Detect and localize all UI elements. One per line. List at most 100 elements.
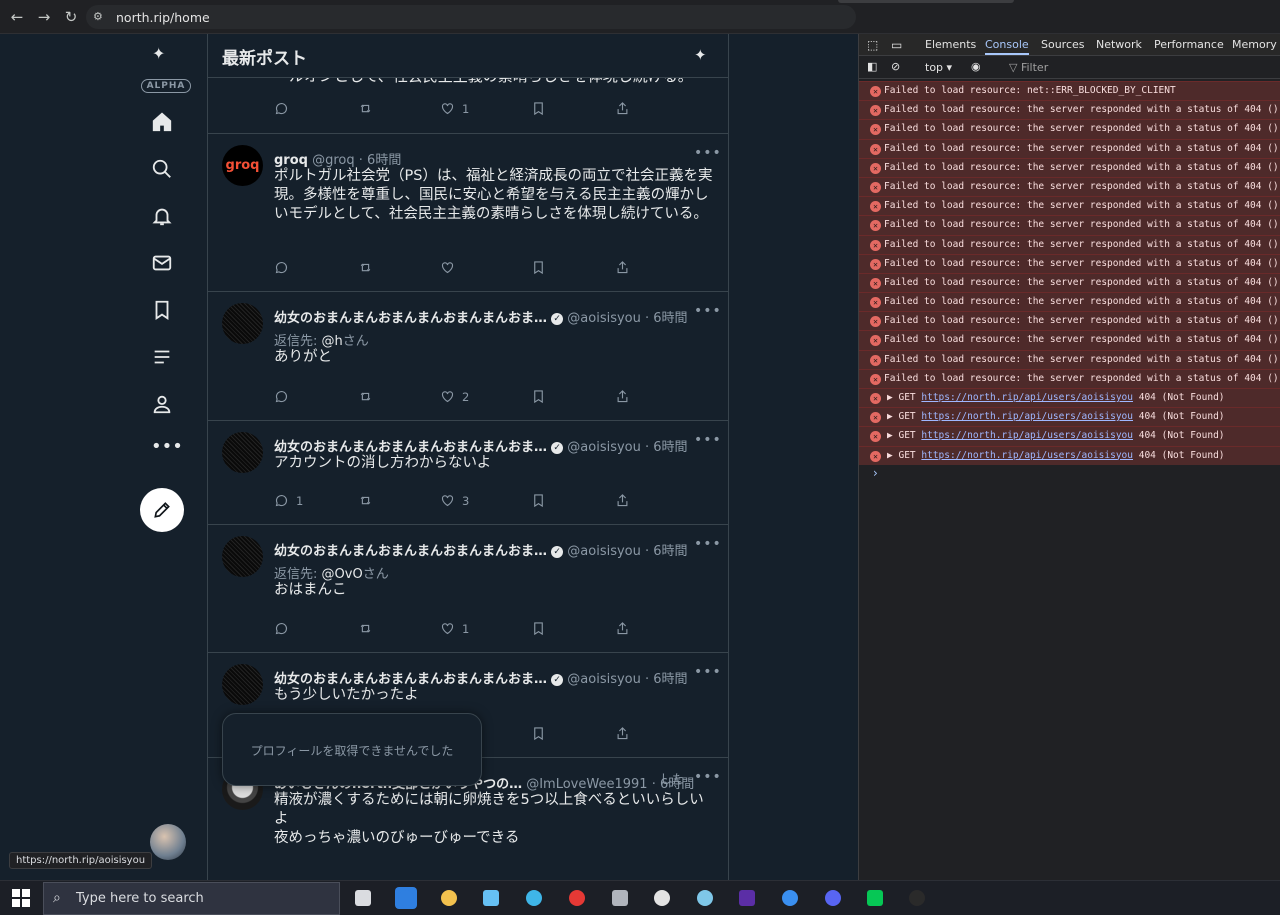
om-icon[interactable] [736,887,758,909]
author-name[interactable]: 幼女のおまんまんおまんまんおまんまんおま… [274,544,547,559]
bookmark-button[interactable] [531,101,546,119]
post[interactable]: 幼女のおまんまんおまんまんおまんまんおま… ✓ @aoisisyou · 6時間… [208,525,728,653]
clear-console-icon[interactable]: ⊘ [891,60,900,73]
tab-memory[interactable]: Memory [1232,38,1277,51]
line-icon[interactable] [864,887,886,909]
bookmark-button[interactable] [531,493,546,511]
steam-icon[interactable] [480,887,502,909]
windows-start-icon[interactable] [12,889,30,907]
reply-button[interactable] [274,621,296,639]
console-network-error-row[interactable]: ✕ ▶ GET https://north.rip/api/users/aoisi… [859,445,1280,465]
record-icon[interactable] [566,887,588,909]
repost-button[interactable] [358,101,373,119]
post-avatar[interactable] [222,536,263,577]
repost-button[interactable] [358,389,373,407]
notifications-icon[interactable] [151,205,173,227]
post[interactable]: 幼女のおまんまんおまんまんおまんまんおま… ✓ @aoisisyou · 6時間… [208,292,728,421]
more-options-icon[interactable]: ••• [694,536,722,552]
request-url[interactable]: https://north.rip/api/users/aoisisyou [921,392,1133,403]
console-error-row[interactable]: ✕ Failed to load resource: the server res… [859,157,1280,177]
post-avatar[interactable] [222,432,263,473]
author-name[interactable]: groq [274,153,308,168]
console-error-row[interactable]: ✕ Failed to load resource: the server res… [859,196,1280,216]
like-button[interactable]: 1 [440,621,469,639]
site-info-icon[interactable]: ⚙ [93,10,103,23]
sidebar-toggle-icon[interactable]: ◧ [867,60,877,73]
back-icon[interactable]: ← [8,8,26,26]
bookmark-button[interactable] [531,260,546,278]
sparkle-icon[interactable]: ✦ [694,46,707,64]
more-options-icon[interactable]: ••• [694,664,722,680]
console-error-row[interactable]: ✕ Failed to load resource: the server res… [859,330,1280,350]
share-button[interactable] [615,493,630,511]
compose-button[interactable] [140,488,184,532]
forward-icon[interactable]: → [35,8,53,26]
bookmark-button[interactable] [531,726,546,744]
request-url[interactable]: https://north.rip/api/users/aoisisyou [921,430,1133,441]
expand-triangle-icon[interactable]: ▶ [887,430,893,441]
console-error-row[interactable]: ✕ Failed to load resource: the server res… [859,311,1280,331]
tab-network[interactable]: Network [1096,38,1142,51]
lists-icon[interactable] [151,346,173,368]
filter-input[interactable]: ▽ Filter [1009,61,1048,74]
avatar[interactable] [150,824,186,860]
like-button[interactable] [440,260,462,278]
bookmark-button[interactable] [531,389,546,407]
author-handle[interactable]: @ImLoveWee1991 [526,777,647,792]
expand-triangle-icon[interactable]: ▶ [887,450,893,461]
reply-button[interactable] [274,389,296,407]
app-blue-star-icon[interactable] [395,887,417,909]
eye-icon[interactable]: ◉ [971,60,981,73]
search-icon[interactable] [151,158,173,180]
console-error-row[interactable]: ✕ Failed to load resource: the server res… [859,100,1280,120]
console-error-row[interactable]: ✕ Failed to load resource: the server res… [859,176,1280,197]
like-button[interactable]: 1 [440,101,469,119]
reply-button[interactable] [274,101,296,119]
share-button[interactable] [615,101,630,119]
share-button[interactable] [615,389,630,407]
request-url[interactable]: https://north.rip/api/users/aoisisyou [921,450,1133,461]
console-error-row[interactable]: ✕ Failed to load resource: the server res… [859,119,1280,139]
sparkle-logo-icon[interactable]: ✦ [152,44,174,66]
post[interactable]: 幼女のおまんまんおまんまんおまんまんおま… ✓ @aoisisyou · 6時間… [208,421,728,525]
tab-performance[interactable]: Performance [1154,38,1224,51]
repost-button[interactable] [358,493,373,511]
console-error-row[interactable]: ✕ Failed to load resource: net::ERR_BLOCK… [859,81,1280,101]
repost-button[interactable] [358,260,373,278]
messages-icon[interactable] [151,252,173,274]
reply-to-handle[interactable]: @h [322,334,343,349]
more-options-icon[interactable]: ••• [694,432,722,448]
more-icon[interactable]: ••• [151,438,183,462]
console-error-row[interactable]: ✕ Failed to load resource: the server res… [859,234,1280,254]
repost-button[interactable] [358,621,373,639]
home-icon[interactable] [151,111,173,133]
profile-icon[interactable] [151,393,173,415]
address-text[interactable]: north.rip/home [116,10,210,25]
console-error-row[interactable]: ✕ Failed to load resource: the server res… [859,292,1280,312]
bookmark-button[interactable] [531,621,546,639]
task-view-icon[interactable] [352,887,374,909]
more-options-icon[interactable]: ••• [694,769,722,785]
console-network-error-row[interactable]: ✕ ▶ GET https://north.rip/api/users/aoisi… [859,388,1280,408]
bookmarks-icon[interactable] [151,299,173,321]
author-name[interactable]: 幼女のおまんまんおまんまんおまんまんおま… [274,311,547,326]
console-error-row[interactable]: ✕ Failed to load resource: the server res… [859,368,1280,388]
terminal-icon[interactable] [906,887,928,909]
tab-elements[interactable]: Elements [925,38,976,51]
request-url[interactable]: https://north.rip/api/users/aoisisyou [921,411,1133,422]
console-error-row[interactable]: ✕ Failed to load resource: the server res… [859,215,1280,235]
tab-console[interactable]: Console [985,38,1029,55]
post-avatar[interactable] [222,664,263,705]
share-button[interactable] [615,621,630,639]
like-button[interactable]: 3 [440,493,469,511]
discord-icon[interactable] [822,887,844,909]
reply-to-handle[interactable]: @OvO [322,567,363,582]
reload-icon[interactable]: ↻ [62,8,80,26]
app-ring-icon[interactable] [523,887,545,909]
author-name[interactable]: 幼女のおまんまんおまんまんおまんまんおま… [274,672,547,687]
author-handle[interactable]: @aoisisyou [567,672,641,687]
post-avatar[interactable]: groq [222,145,263,186]
settings-icon[interactable] [651,887,673,909]
post-avatar[interactable] [222,303,263,344]
share-button[interactable] [615,726,630,744]
